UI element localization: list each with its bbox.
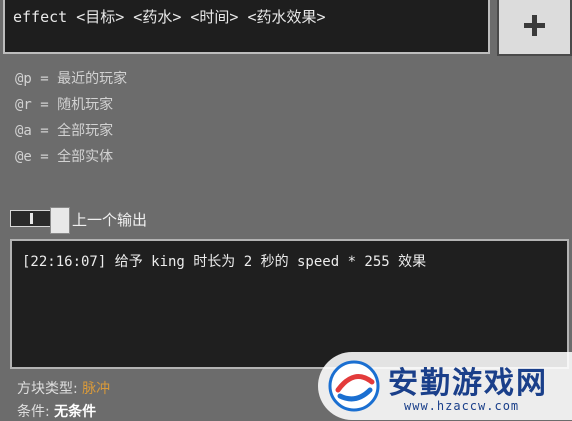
site-logo-icon <box>328 360 380 412</box>
condition-row[interactable]: 条件: 无条件 <box>17 401 96 421</box>
previous-output-box: [22:16:07] 给予 king 时长为 2 秒的 speed * 255 … <box>10 239 569 369</box>
block-type-value[interactable]: 脉冲 <box>82 381 110 397</box>
toggle-on-indicator <box>30 213 33 224</box>
watermark-url: www.hzaccw.com <box>404 399 520 413</box>
block-type-label: 方块类型: <box>17 381 83 397</box>
previous-output-text: [22:16:07] 给予 king 时长为 2 秒的 speed * 255 … <box>22 254 427 270</box>
watermark-title: 安勤游戏网 <box>388 366 548 401</box>
selector-a: @a = 全部玩家 <box>15 123 114 139</box>
selector-p: @p = 最近的玩家 <box>15 71 128 87</box>
site-watermark: 安勤游戏网 www.hzaccw.com <box>318 352 572 420</box>
selector-r: @r = 随机玩家 <box>15 97 114 113</box>
block-type-row[interactable]: 方块类型: 脉冲 <box>17 378 110 398</box>
add-button[interactable] <box>497 0 572 56</box>
target-selector-help: @p = 最近的玩家 @r = 随机玩家 @a = 全部玩家 @e = 全部实体 <box>15 66 127 170</box>
condition-label: 条件: <box>17 404 55 420</box>
command-input[interactable]: effect <目标> <药水> <时间> <药水效果> <box>3 0 490 54</box>
selector-e: @e = 全部实体 <box>15 149 114 165</box>
previous-output-label: 上一个输出 <box>72 211 148 229</box>
previous-output-toggle[interactable] <box>10 207 70 234</box>
toggle-knob[interactable] <box>50 207 70 234</box>
condition-value[interactable]: 无条件 <box>54 404 96 420</box>
